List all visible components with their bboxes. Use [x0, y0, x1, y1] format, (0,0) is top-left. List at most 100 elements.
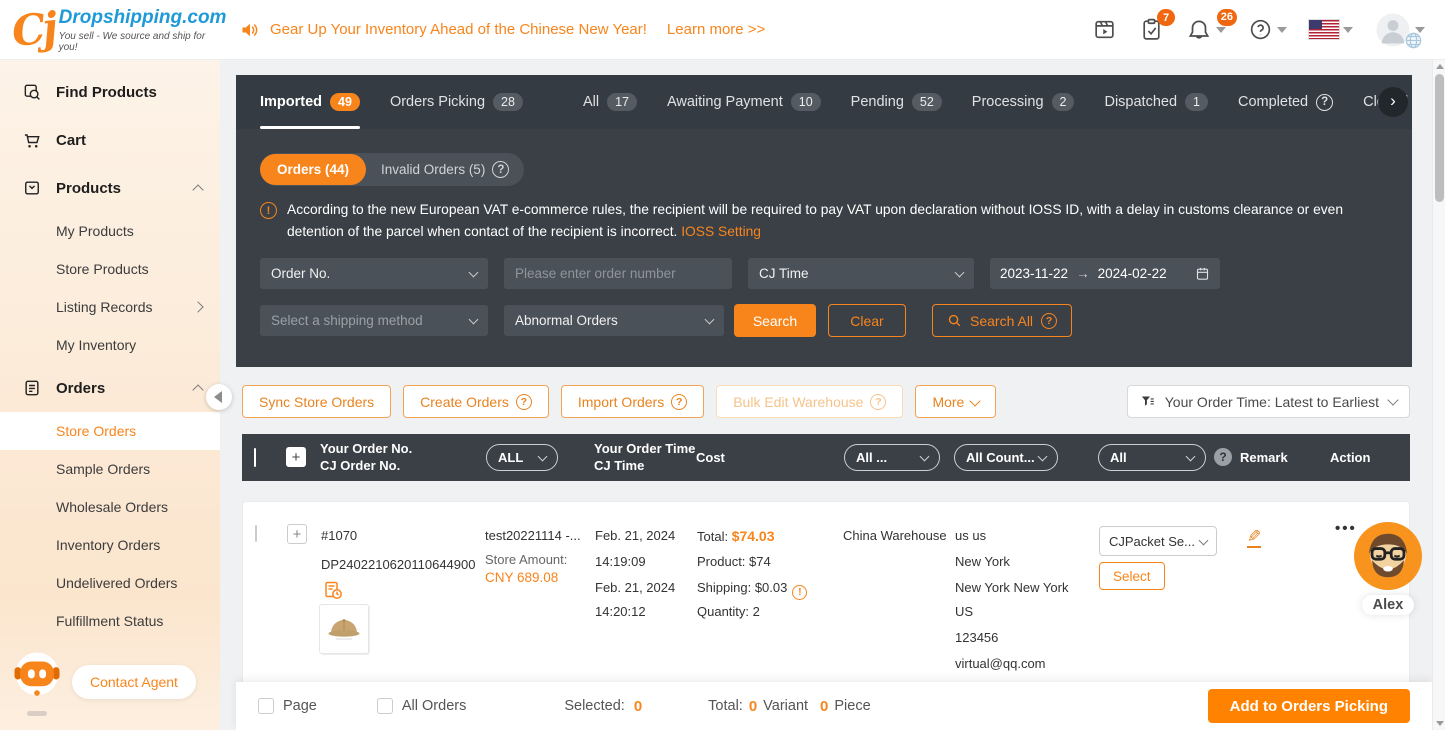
- robot-mascot-icon[interactable]: [10, 648, 64, 716]
- selected-count: 0: [634, 698, 642, 715]
- sync-store-orders-button[interactable]: Sync Store Orders: [242, 385, 391, 418]
- store-filter-pill[interactable]: ALL: [486, 444, 558, 471]
- filter-row-2: Select a shipping method Abnormal Orders…: [260, 304, 1388, 337]
- orders-filter-panel: Imported49 Orders Picking28 All17 Awaiti…: [236, 75, 1412, 367]
- sidebar-item-fulfillment-status[interactable]: Fulfillment Status: [0, 602, 220, 640]
- video-tutorial-icon[interactable]: [1092, 17, 1117, 42]
- clear-button[interactable]: Clear: [828, 304, 906, 337]
- tab-pending[interactable]: Pending52: [851, 75, 942, 129]
- sort-order-select[interactable]: Your Order Time: Latest to Earliest: [1127, 385, 1410, 418]
- country-filter-pill[interactable]: All Count...: [954, 444, 1058, 471]
- order-history-icon[interactable]: [323, 580, 343, 603]
- help-menu-icon[interactable]: [1248, 17, 1287, 42]
- import-orders-button[interactable]: Import Orders: [561, 385, 704, 418]
- subtab-invalid-orders[interactable]: Invalid Orders (5): [366, 153, 524, 186]
- abnormal-orders-select[interactable]: Abnormal Orders: [504, 305, 724, 336]
- scroll-down-arrow[interactable]: [1436, 721, 1444, 726]
- sidebar-item-cart[interactable]: Cart: [0, 116, 220, 164]
- chevron-down-icon: [705, 314, 715, 324]
- sidebar-item-listing-records[interactable]: Listing Records: [0, 288, 220, 326]
- sidebar-collapse-handle[interactable]: [206, 384, 232, 410]
- sidebar-item-my-products[interactable]: My Products: [0, 212, 220, 250]
- page-checkbox[interactable]: [258, 698, 274, 714]
- order-no-type-select[interactable]: Order No.: [260, 258, 488, 289]
- edit-remark-icon[interactable]: [1247, 528, 1261, 548]
- product-thumbnail[interactable]: [319, 604, 369, 654]
- scroll-up-arrow[interactable]: [1436, 64, 1444, 69]
- subtab-orders[interactable]: Orders (44): [260, 154, 366, 185]
- help-icon[interactable]: [492, 161, 509, 178]
- shipping-warning-icon[interactable]: [792, 585, 807, 600]
- cj-dropshipping-logo[interactable]: Cj Dropshipping.com You sell - We source…: [0, 7, 224, 53]
- expand-all-button[interactable]: [286, 447, 306, 467]
- sidebar-item-my-inventory[interactable]: My Inventory: [0, 326, 220, 364]
- tab-completed[interactable]: Completed: [1238, 75, 1333, 129]
- tabs-scroll-right-button[interactable]: [1378, 87, 1408, 117]
- cart-icon: [22, 130, 42, 150]
- ioss-setting-link[interactable]: IOSS Setting: [681, 224, 761, 239]
- tab-all[interactable]: All17: [583, 75, 637, 129]
- order-number-input[interactable]: [504, 258, 732, 289]
- notifications-badge: 26: [1217, 9, 1237, 26]
- tab-dispatched[interactable]: Dispatched1: [1104, 75, 1208, 129]
- account-menu[interactable]: [1375, 12, 1425, 48]
- col-your-order-time: Your Order Time: [594, 441, 695, 456]
- learn-more-link[interactable]: Learn more >>: [667, 21, 765, 38]
- bulk-edit-warehouse-button[interactable]: Bulk Edit Warehouse: [716, 385, 903, 418]
- language-selector[interactable]: [1309, 20, 1353, 39]
- sidebar-item-inventory-orders[interactable]: Inventory Orders: [0, 526, 220, 564]
- sidebar-label: Cart: [56, 132, 86, 149]
- help-icon[interactable]: [1214, 448, 1232, 466]
- add-to-orders-picking-button[interactable]: Add to Orders Picking: [1208, 689, 1410, 723]
- help-icon[interactable]: [1316, 94, 1333, 111]
- cap-image: [324, 613, 364, 645]
- tab-processing[interactable]: Processing2: [972, 75, 1075, 129]
- create-orders-button[interactable]: Create Orders: [403, 385, 549, 418]
- notifications-bell-icon[interactable]: 26: [1186, 17, 1226, 43]
- sidebar-item-orders[interactable]: Orders: [0, 364, 220, 412]
- sidebar-item-sample-orders[interactable]: Sample Orders: [0, 450, 220, 488]
- address-line: us us: [955, 528, 986, 543]
- piece-label: Piece: [834, 698, 870, 714]
- tab-orders-picking[interactable]: Orders Picking28: [390, 75, 523, 129]
- date-range-picker[interactable]: 2023-11-22 2024-02-22: [990, 258, 1220, 289]
- chevron-up-icon: [192, 384, 203, 395]
- search-button[interactable]: Search: [734, 304, 816, 337]
- row-cj-order-no: DP2402210620110644900: [321, 557, 475, 572]
- select-shipping-button[interactable]: Select: [1099, 562, 1165, 590]
- tasks-icon[interactable]: 7: [1139, 17, 1164, 42]
- row-store-name: test20221114 -...: [485, 528, 581, 543]
- shipping-service-select[interactable]: CJPacket Se...: [1099, 526, 1217, 556]
- row-expand-button[interactable]: [287, 524, 307, 544]
- status-filter-pill[interactable]: All: [1098, 444, 1206, 471]
- warehouse-filter-pill[interactable]: All ...: [844, 444, 940, 471]
- shipping-method-select[interactable]: Select a shipping method: [260, 305, 488, 336]
- sidebar-item-store-orders[interactable]: Store Orders: [0, 412, 220, 450]
- sidebar-item-products[interactable]: Products: [0, 164, 220, 212]
- contact-agent-button[interactable]: Contact Agent: [72, 665, 196, 699]
- scrollbar-thumb[interactable]: [1435, 74, 1444, 202]
- chat-agent-widget[interactable]: Alex: [1349, 522, 1427, 615]
- search-icon: [947, 313, 962, 328]
- sidebar-item-undelivered-orders[interactable]: Undelivered Orders: [0, 564, 220, 602]
- all-orders-label: All Orders: [402, 698, 466, 714]
- address-line: New York: [955, 554, 1010, 569]
- order-status-tabs: Imported49 Orders Picking28 All17 Awaiti…: [236, 75, 1412, 129]
- tab-imported[interactable]: Imported49: [260, 75, 360, 129]
- chevron-down-icon: [920, 451, 930, 461]
- tab-awaiting-payment[interactable]: Awaiting Payment10: [667, 75, 821, 129]
- sidebar-item-find-products[interactable]: Find Products: [0, 68, 220, 116]
- row-checkbox[interactable]: [255, 525, 257, 542]
- more-button[interactable]: More: [915, 385, 996, 418]
- sidebar-item-store-products[interactable]: Store Products: [0, 250, 220, 288]
- globe-icon: [1404, 31, 1423, 50]
- sidebar-item-wholesale-orders[interactable]: Wholesale Orders: [0, 488, 220, 526]
- col-cj-time: CJ Time: [594, 458, 644, 473]
- arrow-right-icon: [1076, 266, 1090, 281]
- all-orders-checkbox[interactable]: [377, 698, 393, 714]
- time-type-select[interactable]: CJ Time: [748, 258, 974, 289]
- product-cost: Product: $74: [697, 554, 771, 569]
- vertical-scrollbar[interactable]: [1432, 60, 1445, 730]
- search-all-button[interactable]: Search All: [932, 304, 1072, 337]
- select-all-checkbox[interactable]: [254, 448, 256, 467]
